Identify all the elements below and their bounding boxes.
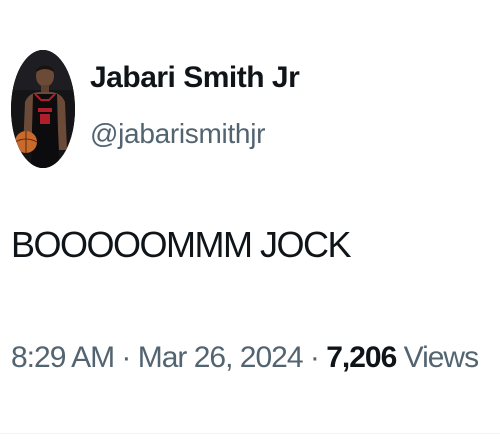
author-names: Jabari Smith Jr @jabarismithjr xyxy=(90,60,300,152)
meta-separator: · xyxy=(114,341,138,374)
divider xyxy=(0,433,500,434)
tweet-meta: 8:29 AM · Mar 26, 2024 · 7,206 Views xyxy=(11,336,479,380)
tweet-text: BOOOOOMMM JOCK xyxy=(11,224,352,265)
tweet-header: Jabari Smith Jr @jabarismithjr xyxy=(11,50,300,168)
author-display-name[interactable]: Jabari Smith Jr xyxy=(90,60,300,96)
player-photo-icon xyxy=(11,50,75,168)
tweet-date[interactable]: Mar 26, 2024 xyxy=(138,341,304,374)
tweet-time[interactable]: 8:29 AM xyxy=(11,341,115,374)
tweet: Jabari Smith Jr @jabarismithjr BOOOOOMMM… xyxy=(0,0,500,440)
views-count: 7,206 xyxy=(326,341,397,374)
author-handle[interactable]: @jabarismithjr xyxy=(90,116,299,152)
avatar[interactable] xyxy=(11,50,75,168)
views-label: Views xyxy=(396,341,479,374)
meta-separator: · xyxy=(302,341,327,374)
